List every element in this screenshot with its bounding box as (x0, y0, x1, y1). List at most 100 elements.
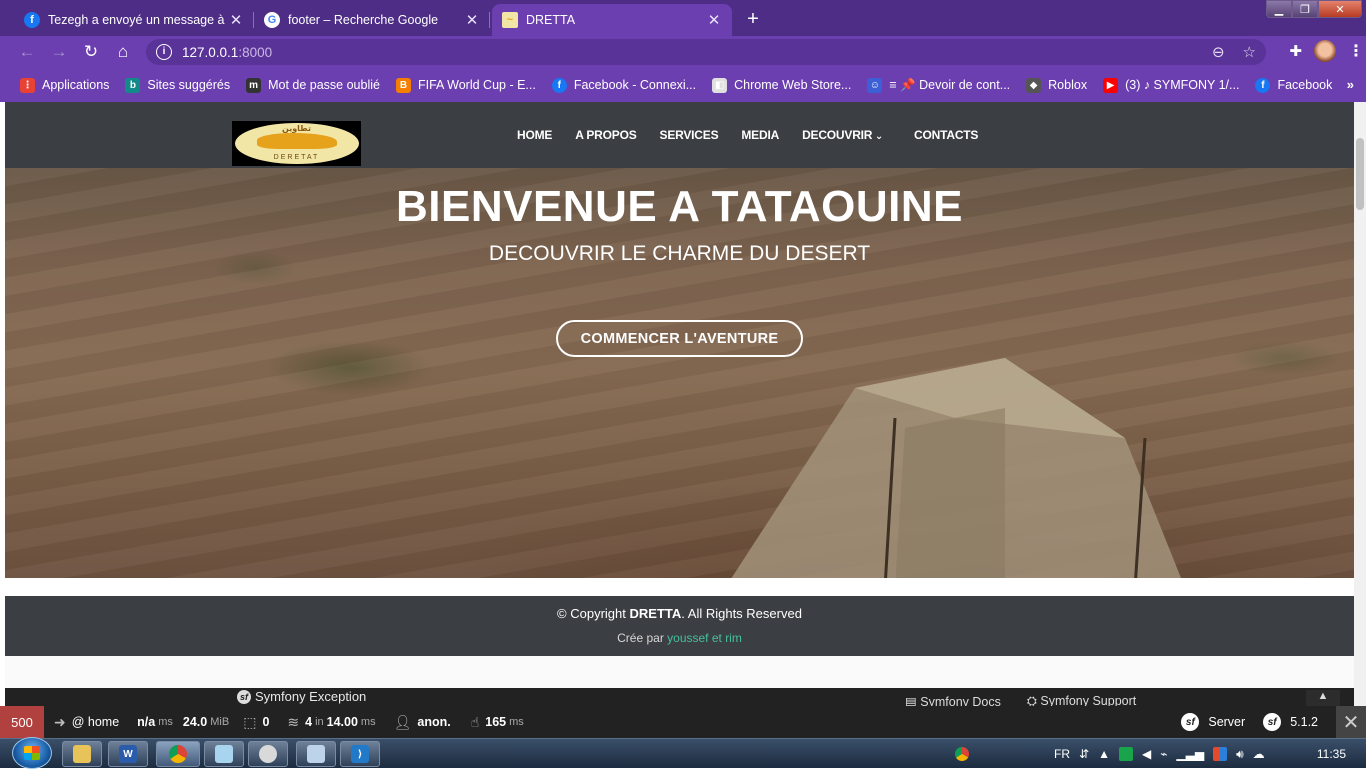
speaker-icon[interactable]: 🔊︎ (1236, 747, 1244, 762)
server-panel[interactable]: sf Server (1181, 713, 1245, 731)
nav-contacts[interactable]: CONTACTS (914, 128, 978, 142)
hide-toolbar-button[interactable]: ✕ (1336, 706, 1366, 738)
nav-decouvrir-dropdown[interactable]: DECOUVRIR (802, 128, 883, 142)
volume-muted-icon[interactable]: ◀ (1142, 747, 1151, 761)
close-icon[interactable]: ✕ (706, 11, 722, 29)
nav-services[interactable]: SERVICES (660, 128, 719, 142)
tab-google-search[interactable]: G footer – Recherche Google ✕ (254, 4, 490, 36)
maximize-button[interactable]: ❐ (1292, 0, 1318, 18)
paint-icon (259, 745, 277, 763)
bookmark-item[interactable]: ⋮ Applications (20, 77, 109, 93)
footer-brand: DRETTA (629, 606, 682, 621)
taskbar-window-app[interactable] (296, 741, 336, 767)
camel-icon (256, 133, 337, 149)
main-menu: HOME A PROPOS SERVICES MEDIA DECOUVRIR C… (517, 128, 978, 142)
windows-taskbar: W ⟩ FR ⇵ ▲ ◀ ⌁ ▁▃▅ 🔊︎ ☁ 11:35 (0, 737, 1366, 769)
taskbar-chrome[interactable] (156, 741, 200, 767)
time-panel[interactable]: n/a ms (137, 715, 173, 729)
taskbar-notepad[interactable] (204, 741, 244, 767)
m-icon: m (246, 77, 262, 93)
show-hidden-icons[interactable]: ▲ (1098, 747, 1110, 761)
nav-a-propos[interactable]: A PROPOS (575, 128, 637, 142)
tab-facebook-message[interactable]: f Tezegh a envoyé un message à à… ✕ (14, 4, 254, 36)
tab-dretta[interactable]: ~ DRETTA ✕ (492, 4, 732, 36)
bookmark-item[interactable]: ◆ Roblox (1026, 77, 1087, 93)
bookmark-item[interactable]: f Facebook (1255, 77, 1332, 93)
windows-logo-icon (24, 746, 40, 760)
tab-title: DRETTA (526, 13, 576, 27)
taskbar-word[interactable]: W (108, 741, 148, 767)
memory-panel[interactable]: 24.0 MiB (183, 715, 229, 729)
network-icon[interactable]: ▁▃▅ (1176, 747, 1204, 761)
taskbar-vscode[interactable]: ⟩ (340, 741, 380, 767)
logo-latin-text: DERETAT (273, 154, 320, 161)
apps-grid-icon: ⋮ (20, 77, 35, 93)
taskbar-paint[interactable] (248, 741, 288, 767)
forward-button[interactable]: → (44, 38, 74, 66)
ajax-value: 165 (485, 715, 507, 729)
bookmark-label: Sites suggérés (147, 78, 231, 92)
window-close-button[interactable]: ✕ (1318, 0, 1362, 18)
close-icon[interactable]: ✕ (228, 11, 244, 29)
browser-toolbar: ← → ↻ ⌂ i 127.0.0.1:8000 ⊖ ☆ ✚ ⋮ (0, 36, 1366, 68)
back-button[interactable]: ← (12, 38, 42, 66)
start-button[interactable] (12, 737, 52, 769)
bookmarks-overflow-button[interactable]: » (1347, 77, 1354, 92)
minimize-button[interactable]: ▁ (1266, 0, 1292, 18)
start-adventure-button[interactable]: COMMENCER L'AVENTURE (556, 320, 803, 357)
nav-media[interactable]: MEDIA (741, 128, 779, 142)
scrollbar-thumb[interactable] (1356, 138, 1364, 210)
bookmark-item[interactable]: ▶ (3) ♪ SYMFONY 1/... (1103, 77, 1239, 93)
notepad-icon (215, 745, 233, 763)
bookmark-star-icon[interactable]: ☆ (1243, 43, 1256, 61)
power-icon[interactable]: ⌁ (1160, 747, 1167, 761)
version-panel[interactable]: sf 5.1.2 (1263, 713, 1318, 731)
symfony-support-link[interactable]: ⛭ Symfony Support (1027, 694, 1136, 706)
bookmark-item[interactable]: B FIFA World Cup - E... (395, 77, 536, 93)
symfony-docs-link[interactable]: ▤ Symfony Docs (905, 694, 1001, 706)
pointer-icon: ☝︎ (470, 713, 480, 730)
profile-avatar[interactable] (1314, 40, 1336, 62)
language-indicator[interactable]: FR (1054, 747, 1070, 761)
security-panel[interactable]: 👤︎ anon. (394, 714, 451, 731)
menu-kebab-icon[interactable]: ⋮ (1348, 41, 1364, 61)
status-code-badge[interactable]: 500 (0, 706, 44, 738)
forms-panel[interactable]: ⬚ 0 (243, 714, 269, 731)
bookmark-item[interactable]: f Facebook - Connexi... (551, 77, 696, 93)
bookmark-item[interactable]: m Mot de passe oublié (246, 77, 380, 93)
scroll-up-button[interactable]: ▲ (1306, 690, 1340, 706)
zoom-icon[interactable]: ⊖ (1212, 43, 1225, 61)
site-logo[interactable]: تطاوين DERETAT (232, 121, 361, 166)
vscode-icon: ⟩ (351, 745, 369, 763)
bookmarks-bar: ⋮ Applications b Sites suggérés m Mot de pass… (0, 68, 1366, 102)
route-panel[interactable]: ➜ @ home (54, 714, 119, 731)
memory-value: 24.0 (182, 715, 208, 729)
twig-panel[interactable]: ≋ 4 in 14.00 ms (287, 714, 375, 731)
taskbar-clock[interactable]: 11:35 (1317, 747, 1346, 761)
close-icon[interactable]: ✕ (464, 11, 480, 29)
keyboard-layout-icon[interactable]: ⇵ (1079, 747, 1089, 761)
page-scrollbar[interactable] (1354, 102, 1366, 706)
credit-text: Crée par youssef et rim (5, 631, 1354, 645)
app-tray-icon[interactable] (1118, 747, 1133, 761)
site-info-icon[interactable]: i (156, 44, 172, 60)
url-host: 127.0.0.1 (182, 44, 239, 60)
site-favicon-icon: ~ (502, 12, 518, 28)
chrome-icon (169, 745, 187, 763)
new-tab-button[interactable]: + (740, 7, 766, 33)
credit-names-link[interactable]: youssef et rim (667, 631, 742, 645)
action-center-icon[interactable] (1213, 747, 1228, 761)
reload-button[interactable]: ↻ (76, 38, 106, 66)
nav-home[interactable]: HOME (517, 128, 552, 142)
bookmark-item[interactable]: ◧ Chrome Web Store... (712, 77, 851, 93)
bookmark-item[interactable]: b Sites suggérés (125, 77, 231, 93)
cloud-icon[interactable]: ☁ (1253, 747, 1265, 761)
home-button[interactable]: ⌂ (108, 38, 138, 66)
ajax-panel[interactable]: ☝︎ 165 ms (471, 714, 524, 731)
chrome-tray-icon[interactable] (955, 747, 969, 761)
bookmark-item[interactable]: ☺ ≡ 📌 Devoir de cont... (867, 77, 1010, 93)
symfony-support-label: Symfony Support (1040, 694, 1137, 706)
address-bar[interactable]: i 127.0.0.1:8000 ⊖ ☆ (146, 39, 1266, 65)
taskbar-explorer[interactable] (62, 741, 102, 767)
extensions-icon[interactable]: ✚ (1289, 42, 1302, 60)
